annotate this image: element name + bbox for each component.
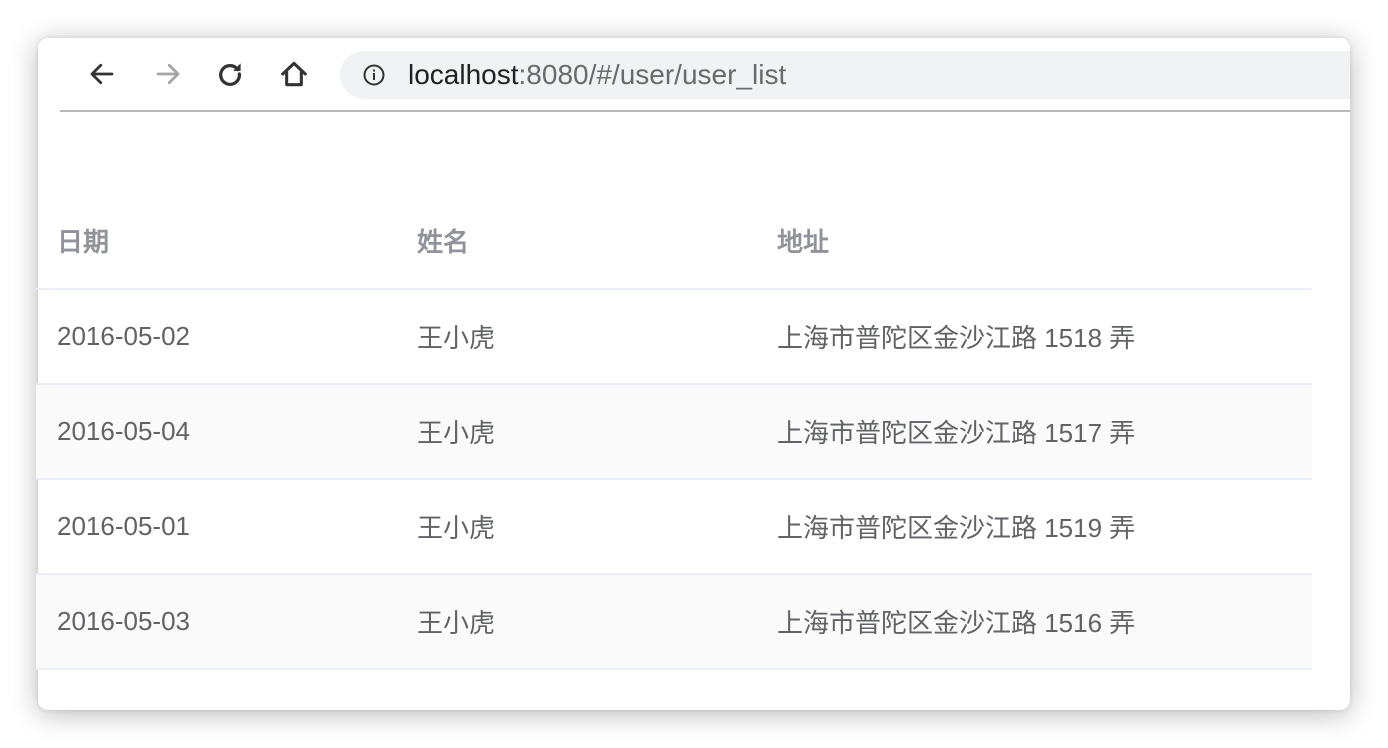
back-button[interactable] [82,54,122,94]
home-button[interactable] [274,54,314,94]
cell-name: 王小虎 [417,323,496,353]
header-date: 日期 [57,226,110,257]
url-text[interactable]: localhost:8080/#/user/user_list [408,51,786,99]
cell-date: 2016-05-02 [57,321,190,351]
address-bar[interactable]: localhost:8080/#/user/user_list [340,51,1350,99]
cell-address: 上海市普陀区金沙江路 1517 弄 [777,418,1136,448]
table-header-row: 日期 姓名 地址 [36,192,1312,290]
cell-address: 上海市普陀区金沙江路 1519 弄 [777,513,1136,543]
info-icon[interactable] [362,63,386,87]
cell-address: 上海市普陀区金沙江路 1516 弄 [777,608,1136,638]
cell-date: 2016-05-01 [57,511,190,541]
url-path: :8080/#/user/user_list [518,59,787,90]
header-name: 姓名 [417,226,470,257]
table-row[interactable]: 2016-05-01 王小虎 上海市普陀区金沙江路 1519 弄 [36,480,1312,575]
cell-date: 2016-05-04 [57,416,190,446]
reload-button[interactable] [210,54,250,94]
cell-name: 王小虎 [417,513,496,543]
cell-address: 上海市普陀区金沙江路 1518 弄 [777,323,1136,353]
cell-name: 王小虎 [417,418,496,448]
toolbar-divider [60,110,1350,112]
browser-toolbar: localhost:8080/#/user/user_list [38,38,1350,110]
arrow-left-icon [90,63,114,85]
table-row[interactable]: 2016-05-02 王小虎 上海市普陀区金沙江路 1518 弄 [36,290,1312,385]
arrow-right-icon [156,63,180,85]
cell-name: 王小虎 [417,608,496,638]
reload-icon [219,63,242,86]
table-row[interactable]: 2016-05-03 王小虎 上海市普陀区金沙江路 1516 弄 [36,575,1312,670]
table-row[interactable]: 2016-05-04 王小虎 上海市普陀区金沙江路 1517 弄 [36,385,1312,480]
cell-date: 2016-05-03 [57,606,190,636]
forward-button[interactable] [148,54,188,94]
url-host: localhost [408,59,519,90]
header-address: 地址 [777,226,830,257]
user-table: 日期 姓名 地址 2016-05-02 王小虎 上海市普陀区金沙江路 1518 … [36,192,1312,670]
home-icon [281,61,307,87]
